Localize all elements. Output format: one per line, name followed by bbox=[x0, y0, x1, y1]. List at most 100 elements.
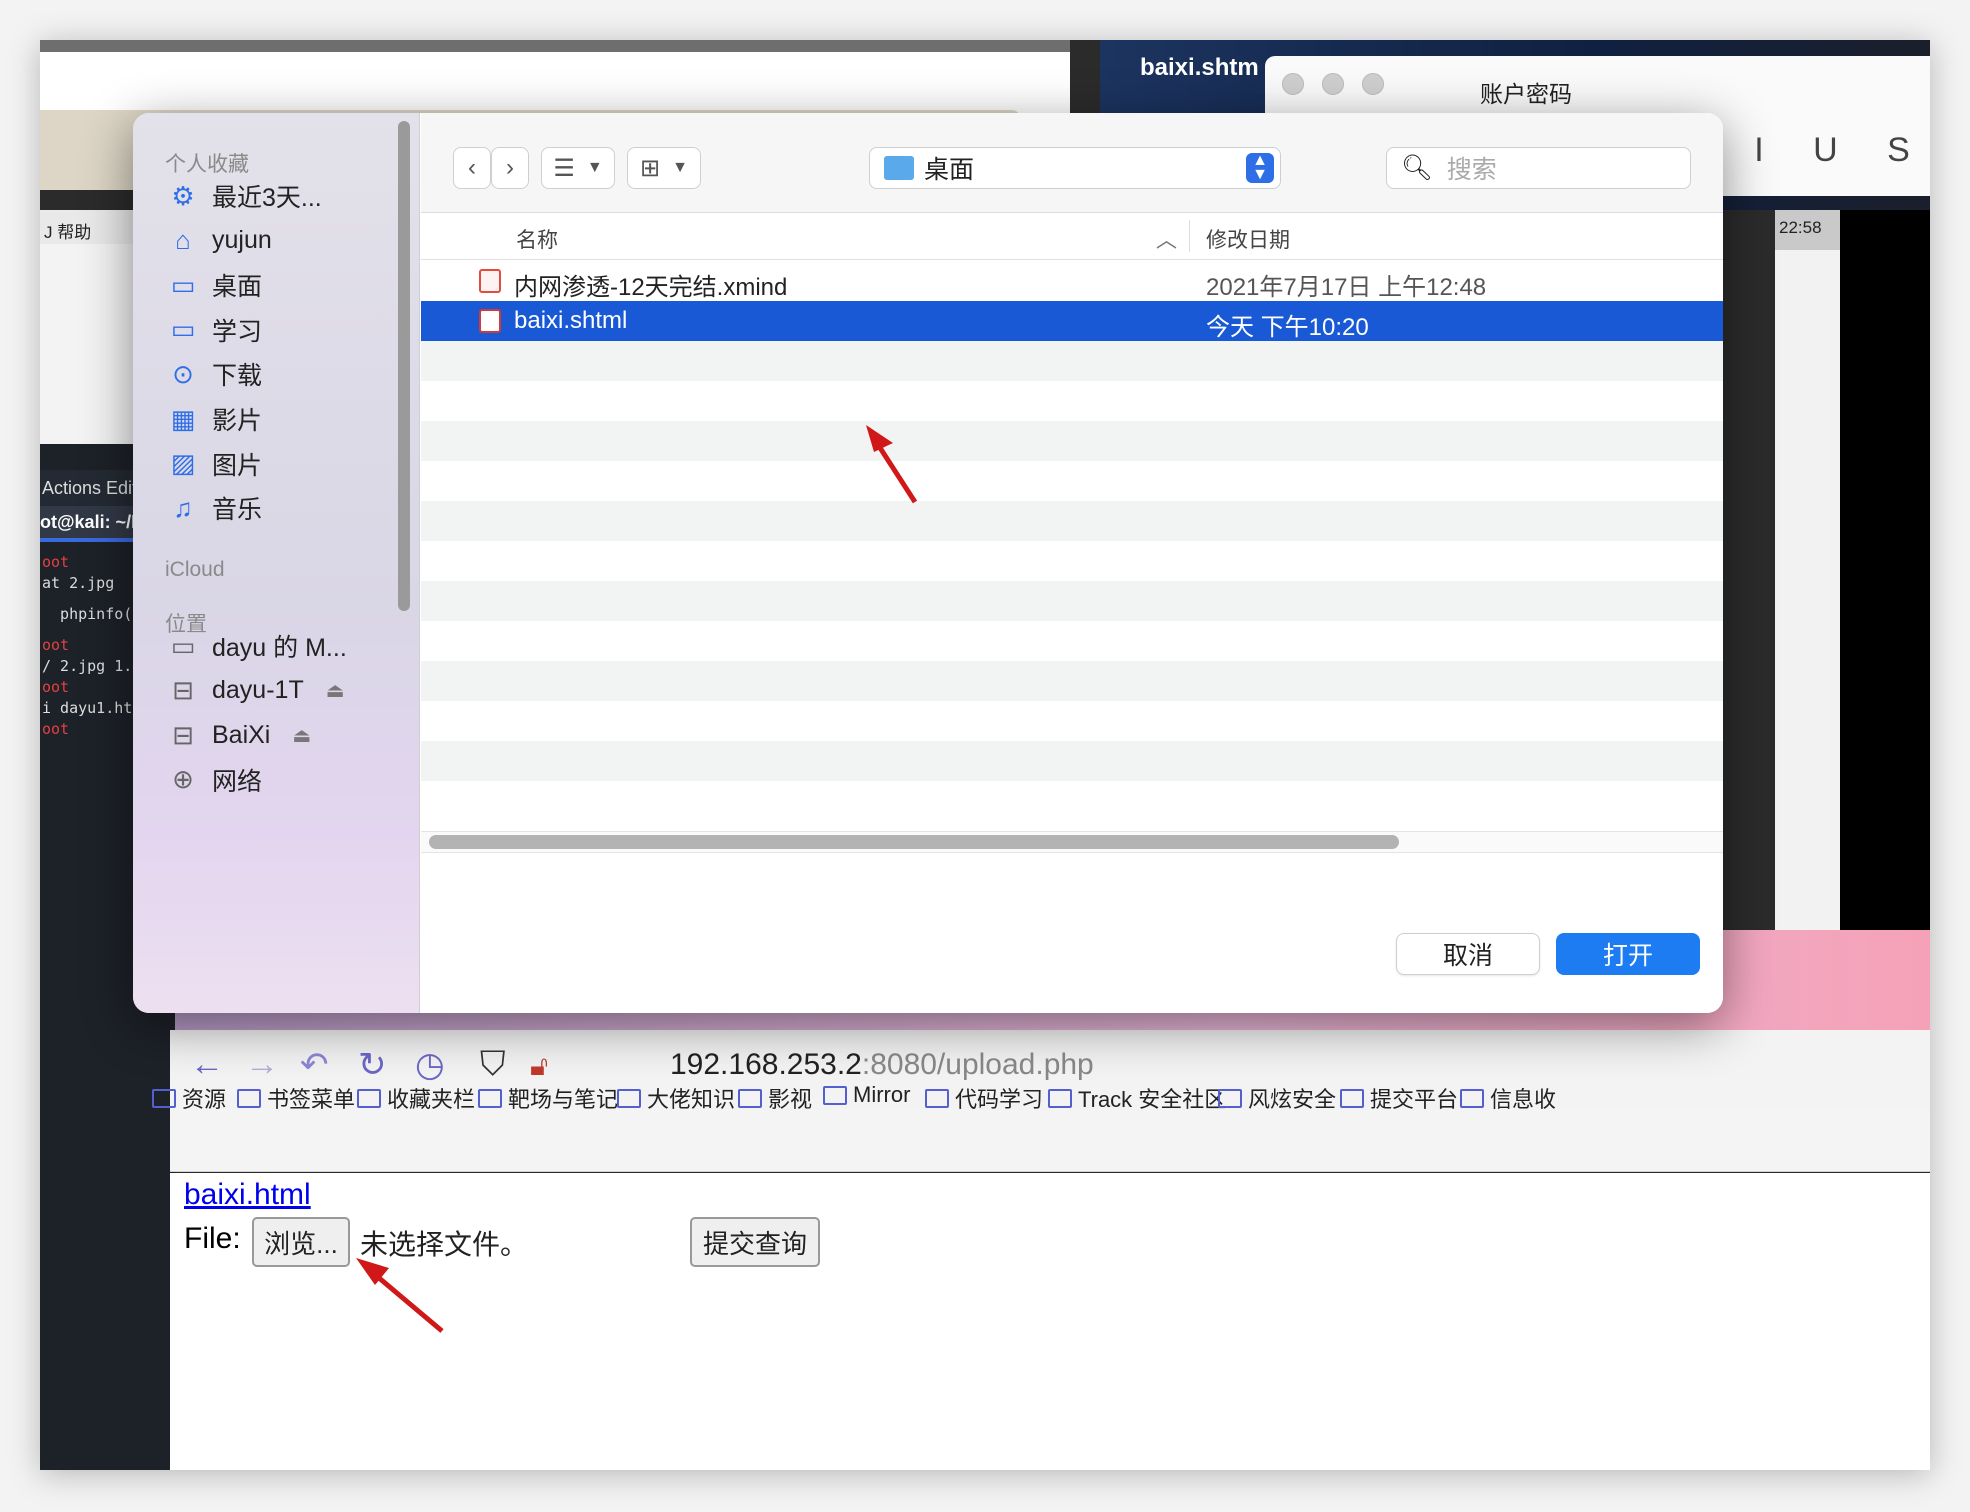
bookmark-item[interactable]: 提交平台 bbox=[1340, 1082, 1458, 1114]
eject-icon[interactable]: ⏏ bbox=[292, 723, 311, 748]
sidebar-item[interactable]: ⊙ 下载 bbox=[168, 354, 262, 394]
sidebar-item[interactable]: ⊕ 网络 bbox=[168, 760, 262, 800]
photo-icon: ▨ bbox=[170, 448, 196, 479]
sidebar-item-label: 影片 bbox=[212, 407, 263, 435]
dark-panel bbox=[1840, 210, 1930, 1010]
sidebar-item[interactable]: ⊟ dayu-1T ⏏ bbox=[168, 671, 345, 711]
desktop-folder-icon bbox=[884, 156, 914, 180]
empty-row bbox=[421, 541, 1723, 581]
file-label: File: bbox=[184, 1222, 241, 1255]
date-column-header[interactable]: 修改日期 bbox=[1206, 224, 1290, 254]
list-view-button[interactable]: ☰ ▼ bbox=[541, 147, 615, 189]
sidebar-item-label: 最近3天... bbox=[212, 184, 322, 212]
folder-icon bbox=[152, 1088, 176, 1108]
reload-icon[interactable]: ↻ bbox=[358, 1045, 387, 1085]
dialog-toolbar: ‹ › ☰ ▼ ⊞ ▼ 桌面 ▲ ▼ 🔍︎ 搜索 bbox=[421, 113, 1723, 213]
bookmark-item[interactable]: 收藏夹栏 bbox=[357, 1082, 475, 1114]
cancel-button[interactable]: 取消 bbox=[1396, 933, 1540, 975]
zoom-light-icon[interactable] bbox=[1362, 73, 1384, 95]
sidebar-item[interactable]: ⌂ yujun bbox=[168, 221, 272, 261]
sidebar-item[interactable]: ▭ 学习 bbox=[168, 310, 262, 350]
undo-icon[interactable]: ↶ bbox=[300, 1045, 329, 1085]
file-date: 今天 下午10:20 bbox=[1206, 314, 1369, 341]
bookmark-label: 收藏夹栏 bbox=[387, 1087, 476, 1112]
file-name: baixi.shtml bbox=[514, 307, 628, 334]
sidebar-item-label: dayu-1T bbox=[212, 676, 304, 705]
bookmark-item[interactable]: 大佬知识 bbox=[617, 1082, 735, 1114]
name-column-header[interactable]: 名称 bbox=[516, 224, 558, 254]
file-row[interactable]: baixi.shtml 今天 下午10:20 bbox=[421, 301, 1723, 341]
sidebar-item[interactable]: ⊟ BaiXi ⏏ bbox=[168, 715, 311, 755]
submit-query-button[interactable]: 提交查询 bbox=[690, 1217, 820, 1267]
bookmark-item[interactable]: 代码学习 bbox=[925, 1082, 1043, 1114]
back-nav-button[interactable]: ‹ bbox=[453, 147, 491, 189]
network-icon: ⊕ bbox=[172, 764, 194, 795]
bookmark-item[interactable]: Track 安全社区 bbox=[1048, 1082, 1226, 1114]
download-icon: ⊙ bbox=[172, 358, 194, 389]
desktop-icon: ▭ bbox=[170, 269, 196, 300]
chevron-down-icon: ▼ bbox=[586, 159, 603, 176]
bookmark-item[interactable]: 靶场与笔记 bbox=[478, 1082, 618, 1114]
folder-icon: ▭ bbox=[170, 314, 196, 345]
history-icon[interactable]: ◷ bbox=[415, 1045, 445, 1085]
sidebar-item[interactable]: ▭ 桌面 bbox=[168, 265, 262, 305]
search-field[interactable]: 🔍︎ 搜索 bbox=[1386, 147, 1691, 189]
forward-icon[interactable]: → bbox=[245, 1045, 279, 1084]
sidebar-item[interactable]: ⚙ 最近3天... bbox=[168, 176, 322, 216]
insecure-lock-icon[interactable]: 🔓︎ bbox=[530, 1050, 548, 1083]
grid-icon: ⊞ bbox=[640, 154, 661, 182]
url-host: 192.168.253.2 bbox=[670, 1048, 862, 1081]
sidebar-item-label: 音乐 bbox=[212, 496, 263, 525]
browse-button[interactable]: 浏览... bbox=[252, 1217, 350, 1267]
bookmark-item[interactable]: 信息收 bbox=[1460, 1082, 1556, 1114]
baixi-html-link[interactable]: baixi.html bbox=[184, 1178, 311, 1212]
path-popup[interactable]: 桌面 ▲ ▼ bbox=[869, 147, 1281, 189]
url-bar[interactable]: 192.168.253.2:8080/upload.php bbox=[670, 1048, 1094, 1082]
bookmark-label: 提交平台 bbox=[1370, 1087, 1459, 1112]
search-placeholder: 搜索 bbox=[1446, 156, 1497, 184]
sidebar-item[interactable]: ♫ 音乐 bbox=[168, 488, 262, 528]
horizontal-scrollbar[interactable] bbox=[429, 835, 1399, 849]
forward-nav-button[interactable]: › bbox=[491, 147, 529, 189]
sidebar-item-label: 下载 bbox=[212, 362, 263, 391]
close-light-icon[interactable] bbox=[1282, 73, 1304, 95]
grid-view-button[interactable]: ⊞ ▼ bbox=[627, 147, 701, 189]
laptop-icon: ▭ bbox=[170, 630, 196, 661]
drive-icon: ⊟ bbox=[172, 719, 194, 750]
bookmark-item[interactable]: 风炫安全 bbox=[1218, 1082, 1336, 1114]
sidebar-item[interactable]: ▨ 图片 bbox=[168, 444, 262, 484]
empty-row bbox=[421, 421, 1723, 461]
bookmark-item[interactable]: Mirror bbox=[823, 1082, 910, 1108]
dialog-sidebar: 个人收藏 ⚙ 最近3天... ⌂ yujun ▭ 桌面 ▭ 学习 ⊙ 下载 ▦ 影片 ▨ 图片 ♫ 音乐 iC… bbox=[133, 113, 420, 1013]
back-icon[interactable]: ← bbox=[190, 1045, 224, 1084]
shield-icon[interactable]: ⛉ bbox=[480, 1045, 506, 1084]
music-icon: ♫ bbox=[173, 492, 193, 523]
gear-icon: ⚙ bbox=[171, 180, 195, 211]
bookmark-item[interactable]: 资源 bbox=[152, 1082, 226, 1114]
side-panel bbox=[1775, 250, 1840, 1000]
sidebar-item-label: BaiXi bbox=[212, 720, 271, 749]
bookmark-label: 信息收 bbox=[1490, 1087, 1557, 1112]
sidebar-item[interactable]: ▦ 影片 bbox=[168, 399, 262, 439]
path-label: 桌面 bbox=[924, 156, 975, 184]
minimize-light-icon[interactable] bbox=[1322, 73, 1344, 95]
sidebar-item[interactable]: ▭ dayu 的 M... bbox=[168, 626, 347, 666]
eject-icon[interactable]: ⏏ bbox=[326, 678, 345, 703]
empty-row bbox=[421, 501, 1723, 541]
file-row[interactable]: 内网渗透-12天完结.xmind 2021年7月17日 上午12:48 bbox=[421, 261, 1723, 301]
sidebar-item-label: 桌面 bbox=[212, 273, 263, 302]
open-button[interactable]: 打开 bbox=[1556, 933, 1700, 975]
sidebar-item-label: yujun bbox=[212, 226, 272, 255]
bookmark-item[interactable]: 书签菜单 bbox=[237, 1082, 355, 1114]
empty-row bbox=[421, 701, 1723, 741]
bookmarks-bar bbox=[170, 1110, 1930, 1172]
bookmark-item[interactable]: 影视 bbox=[738, 1082, 812, 1114]
updown-arrow-icon: ▲ ▼ bbox=[1246, 153, 1274, 183]
column-header: 名称 ︿ 修改日期 bbox=[421, 214, 1723, 260]
folder-icon bbox=[738, 1088, 762, 1108]
bookmark-label: Track 安全社区 bbox=[1078, 1087, 1227, 1112]
file-date: 2021年7月17日 上午12:48 bbox=[1206, 274, 1487, 301]
home-icon: ⌂ bbox=[175, 225, 191, 256]
bookmark-label: 靶场与笔记 bbox=[508, 1087, 619, 1112]
sidebar-scrollbar[interactable] bbox=[398, 121, 410, 611]
